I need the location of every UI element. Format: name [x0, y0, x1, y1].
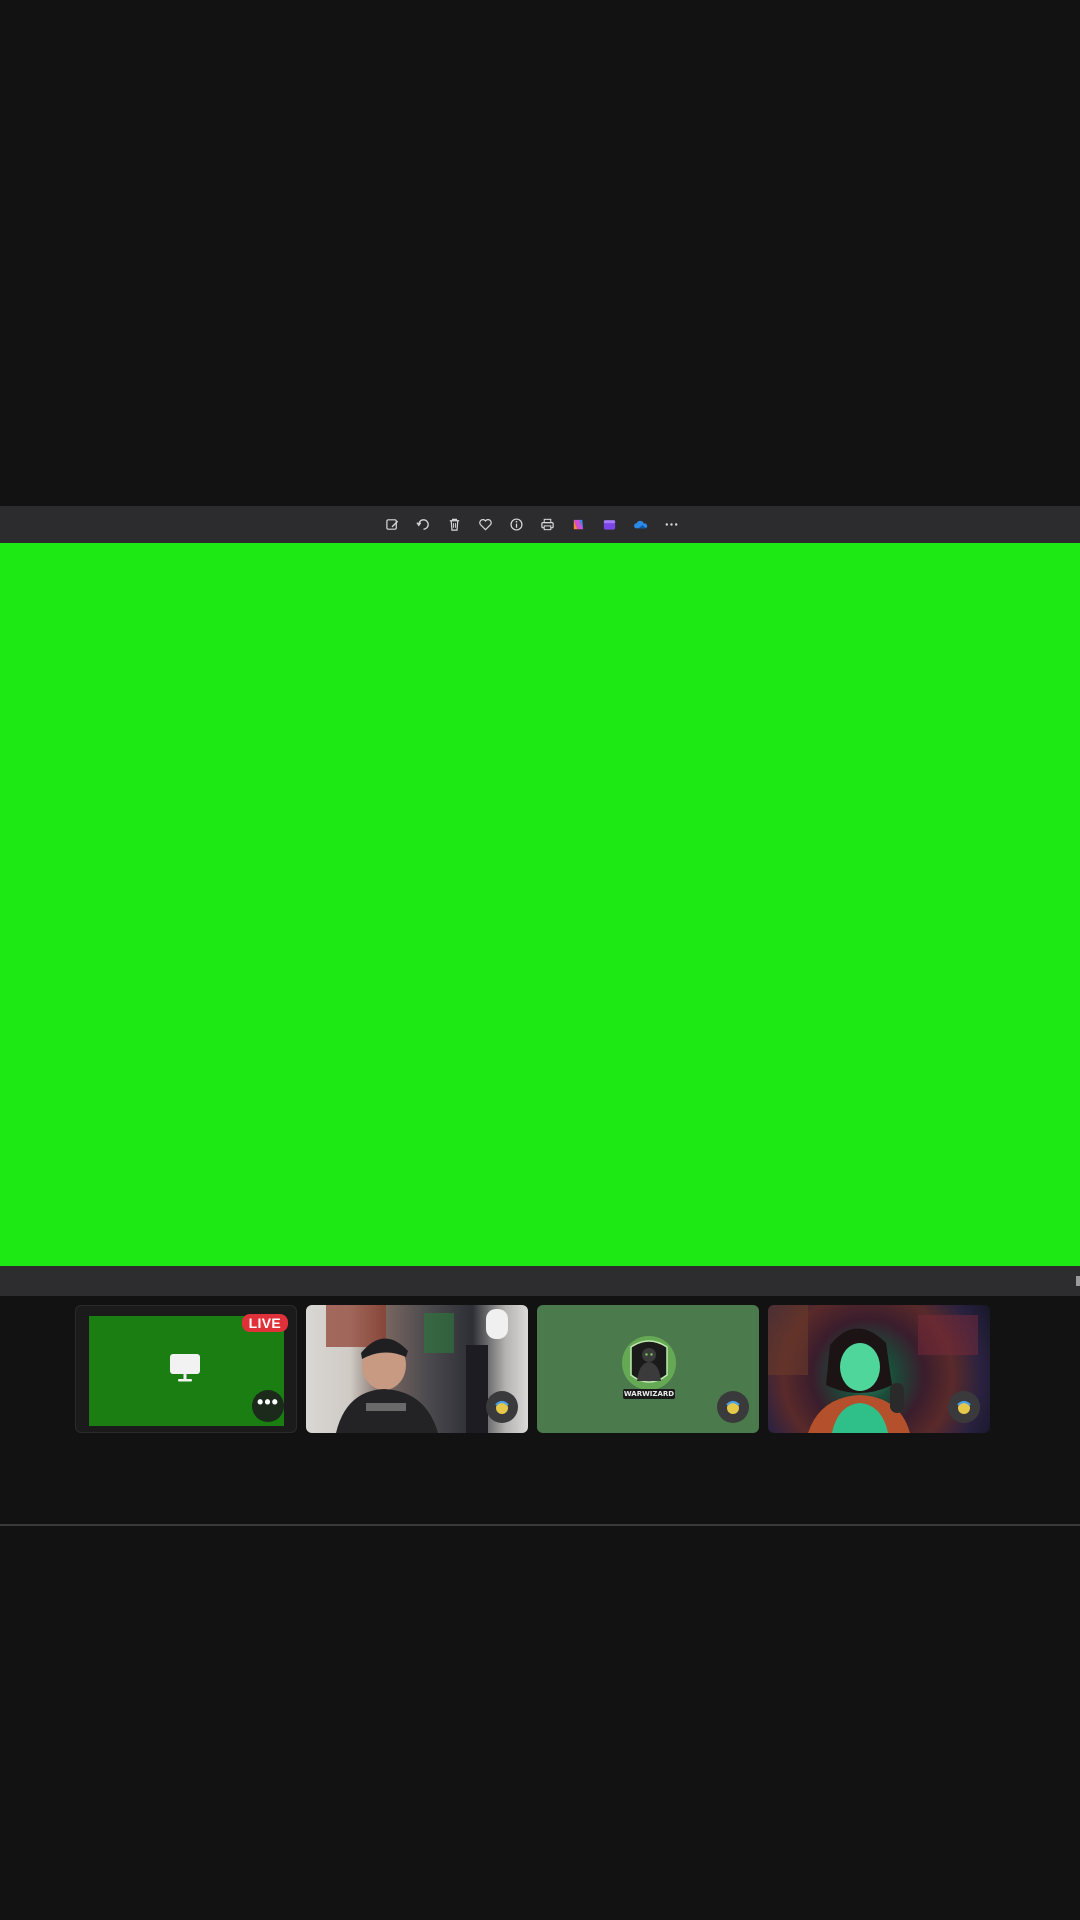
- reaction-icon: [957, 1400, 971, 1414]
- reaction-icon: [495, 1400, 509, 1414]
- live-badge: LIVE: [241, 1314, 288, 1332]
- more-options-icon[interactable]: [663, 516, 681, 534]
- delete-icon[interactable]: [446, 516, 464, 534]
- info-icon[interactable]: [508, 516, 526, 534]
- print-icon[interactable]: [539, 516, 557, 534]
- participant-webcam-tile[interactable]: [768, 1305, 990, 1433]
- participant-tiles: LIVE ••• WARWIZARD: [75, 1305, 990, 1433]
- stage-bottom-bar: [0, 1266, 1080, 1296]
- app-window: LIVE ••• WARWIZARD: [0, 0, 1080, 1920]
- reaction-button[interactable]: [717, 1391, 749, 1423]
- reaction-button[interactable]: [486, 1391, 518, 1423]
- participant-avatar-tile[interactable]: WARWIZARD: [537, 1305, 759, 1433]
- reaction-button[interactable]: [948, 1391, 980, 1423]
- copilot-icon[interactable]: [570, 516, 588, 534]
- edit-icon[interactable]: [384, 516, 402, 534]
- participant-webcam-tile[interactable]: [306, 1305, 528, 1433]
- logo-text: WARWIZARD: [623, 1389, 675, 1399]
- divider: [0, 1524, 1080, 1526]
- clipchamp-icon[interactable]: [601, 516, 619, 534]
- onedrive-icon[interactable]: [632, 516, 650, 534]
- scroll-edge-marker: [1076, 1276, 1080, 1286]
- photo-toolbar: [0, 506, 1080, 543]
- tile-more-button[interactable]: •••: [252, 1390, 284, 1422]
- favorite-icon[interactable]: [477, 516, 495, 534]
- green-screen-stage: [0, 543, 1080, 1266]
- rotate-icon[interactable]: [415, 516, 433, 534]
- screen-share-tile[interactable]: LIVE •••: [75, 1305, 297, 1433]
- monitor-icon: [168, 1352, 202, 1389]
- more-icon: •••: [257, 1392, 279, 1412]
- reaction-icon: [726, 1400, 740, 1414]
